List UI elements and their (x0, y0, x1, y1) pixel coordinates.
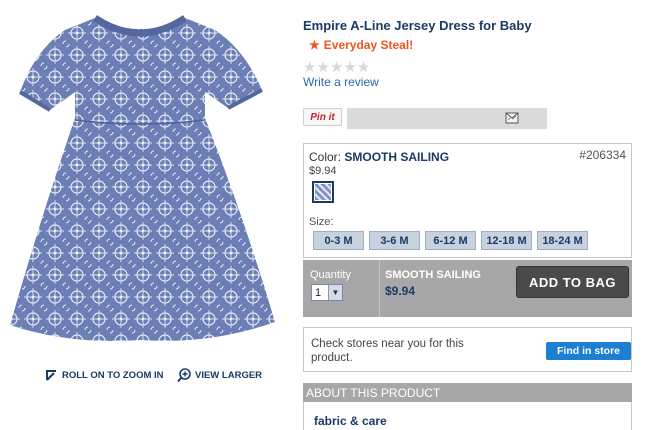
email-icon[interactable] (505, 112, 519, 124)
size-options: 0-3 M 3-6 M 6-12 M 12-18 M 18-24 M (313, 231, 588, 250)
size-button-0-3m[interactable]: 0-3 M (313, 231, 364, 250)
product-options: Color: SMOOTH SAILING #206334 $9.94 Size… (303, 143, 632, 258)
write-review-link[interactable]: Write a review (303, 75, 379, 89)
add-to-bag-button[interactable]: ADD TO BAG (516, 266, 629, 298)
swatch-pattern (315, 184, 331, 200)
badge-star-icon: ★ (309, 38, 320, 52)
store-finder-text: Check stores near you for this product. (311, 338, 464, 364)
find-in-store-button[interactable]: Find in store (546, 342, 631, 360)
product-image[interactable] (0, 0, 300, 365)
bag-divider (379, 260, 380, 317)
quantity-label: Quantity (310, 269, 351, 281)
rating-stars: ★★★★★ (303, 59, 371, 76)
roll-zoom-link[interactable]: ROLL ON TO ZOOM IN (45, 368, 164, 382)
everyday-steal-badge: ★ Everyday Steal! (309, 38, 413, 52)
zoom-arrow-icon (46, 370, 56, 381)
color-line: Color: SMOOTH SAILING (309, 150, 449, 164)
chevron-down-icon: ▼ (328, 285, 342, 300)
bag-color-name: SMOOTH SAILING (385, 269, 481, 281)
store-finder: Check stores near you for this product. … (303, 327, 632, 372)
fabric-care-link[interactable]: fabric & care (314, 414, 387, 428)
share-bar (347, 108, 547, 129)
badge-label: Everyday Steal! (323, 38, 414, 52)
color-name: SMOOTH SAILING (344, 150, 450, 164)
color-prefix: Color: (309, 150, 342, 164)
size-button-3-6m[interactable]: 3-6 M (369, 231, 420, 250)
color-swatch-smooth-sailing[interactable] (312, 181, 334, 203)
quantity-select[interactable]: 1 ▼ (311, 284, 343, 301)
size-button-12-18m[interactable]: 12-18 M (481, 231, 532, 250)
about-product-body: fabric & care (303, 402, 632, 430)
view-larger-link[interactable]: VIEW LARGER (177, 368, 262, 383)
size-button-6-12m[interactable]: 6-12 M (425, 231, 476, 250)
sku-number: #206334 (579, 148, 626, 162)
product-title: Empire A-Line Jersey Dress for Baby (303, 18, 532, 33)
quantity-value: 1 (315, 286, 322, 299)
magnifier-plus-icon (177, 368, 191, 383)
dress-illustration (10, 15, 275, 341)
size-button-18-24m[interactable]: 18-24 M (537, 231, 588, 250)
zoom-links: ROLL ON TO ZOOM IN VIEW LARGER (45, 368, 265, 388)
add-to-bag-panel: Quantity 1 ▼ SMOOTH SAILING $9.94 ADD TO… (303, 260, 632, 317)
about-product-header[interactable]: ABOUT THIS PRODUCT (303, 383, 632, 402)
pinterest-button[interactable]: Pin it (303, 108, 342, 126)
option-price: $9.94 (309, 165, 337, 177)
view-larger-label: VIEW LARGER (195, 370, 263, 381)
bag-price: $9.94 (385, 284, 416, 298)
size-label: Size: (309, 216, 334, 228)
roll-zoom-label: ROLL ON TO ZOOM IN (62, 369, 164, 381)
